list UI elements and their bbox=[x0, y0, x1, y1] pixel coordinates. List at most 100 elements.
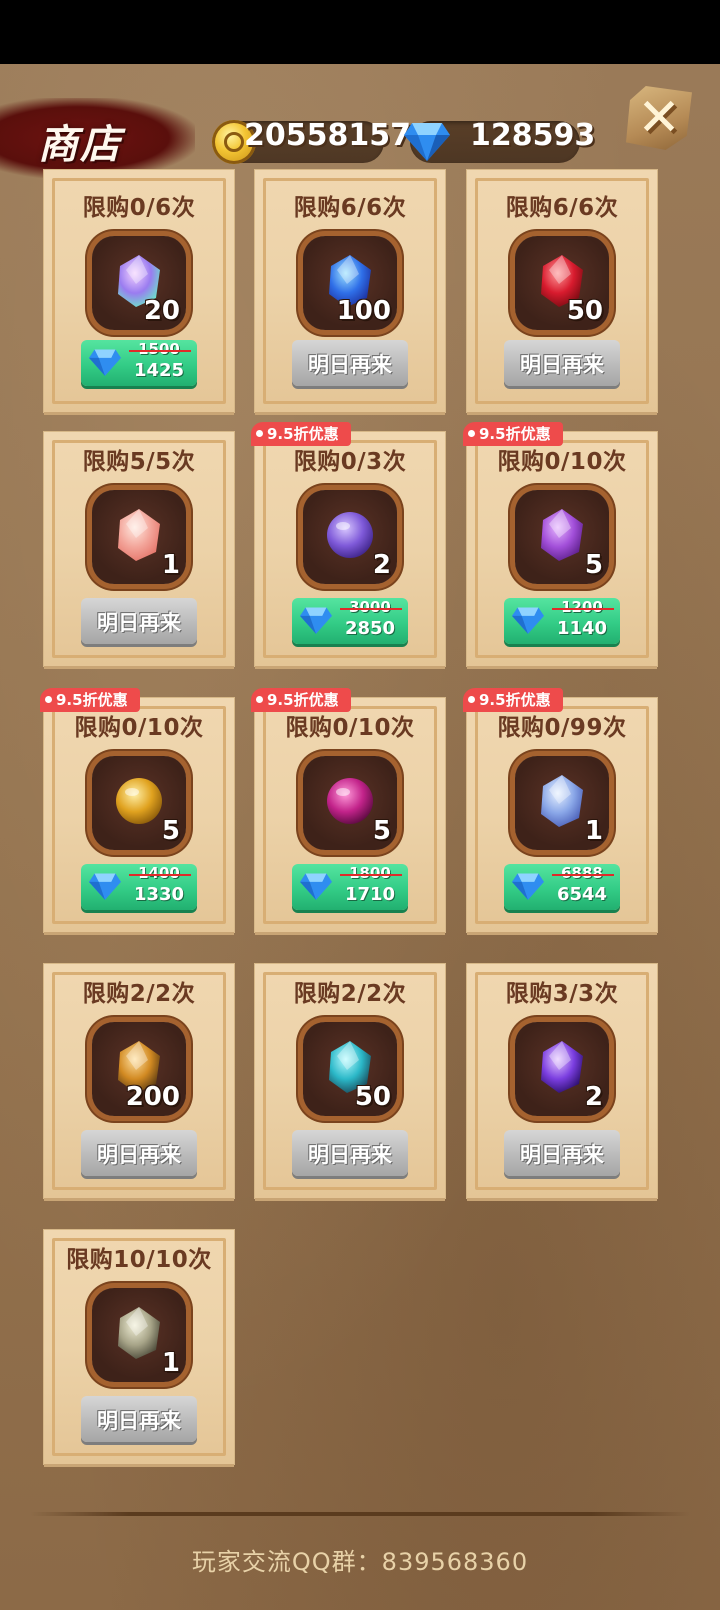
item-quantity: 200 bbox=[125, 1082, 180, 1112]
item-icon-frame[interactable]: 1 bbox=[92, 1288, 186, 1382]
item-icon-frame[interactable]: 2 bbox=[515, 1022, 609, 1116]
purchase-limit: 限购0/10次 bbox=[497, 449, 627, 475]
divider bbox=[30, 1512, 690, 1516]
original-price: 1800 bbox=[349, 864, 391, 882]
gold-amount: 20558157 bbox=[244, 118, 411, 153]
item-icon-frame[interactable]: 20 bbox=[92, 236, 186, 330]
diamond-icon bbox=[89, 873, 121, 900]
item-icon-frame[interactable]: 5 bbox=[303, 756, 397, 850]
purchase-limit: 限购10/10次 bbox=[66, 1247, 212, 1273]
original-price: 3000 bbox=[349, 598, 391, 616]
button-label: 明日再来 bbox=[308, 1143, 392, 1167]
discount-price: 1140 bbox=[556, 618, 608, 639]
diamond-icon bbox=[512, 607, 544, 634]
button-label: 明日再来 bbox=[97, 611, 181, 635]
item-quantity: 1 bbox=[584, 816, 603, 846]
close-icon: ✕ bbox=[637, 88, 681, 148]
purchase-limit: 限购2/2次 bbox=[82, 981, 196, 1007]
item-icon-frame[interactable]: 1 bbox=[515, 756, 609, 850]
shop-item-card[interactable]: 限购0/6次 20 1500 1425 bbox=[44, 170, 234, 412]
shop-item-card[interactable]: 限购2/2次 50 明日再来 bbox=[255, 964, 445, 1198]
diamond-icon bbox=[89, 349, 121, 376]
strikethrough bbox=[340, 874, 402, 876]
come-back-tomorrow-button[interactable]: 明日再来 bbox=[81, 598, 197, 644]
item-quantity: 100 bbox=[336, 296, 391, 326]
button-label: 明日再来 bbox=[520, 353, 604, 377]
item-icon-frame[interactable]: 5 bbox=[92, 756, 186, 850]
item-icon-frame[interactable]: 100 bbox=[303, 236, 397, 330]
vortex-icon bbox=[541, 1041, 583, 1093]
shop-item-card[interactable]: 限购6/6次 100 明日再来 bbox=[255, 170, 445, 412]
scroll-ticket-icon bbox=[118, 509, 160, 561]
item-quantity: 2 bbox=[372, 550, 391, 580]
buy-button[interactable]: 1200 1140 bbox=[504, 598, 620, 644]
gold-orb-icon bbox=[116, 778, 162, 824]
item-icon-frame[interactable]: 1 bbox=[92, 490, 186, 584]
diamond-icon bbox=[300, 607, 332, 634]
original-price: 1500 bbox=[138, 340, 180, 358]
item-icon-frame[interactable]: 5 bbox=[515, 490, 609, 584]
come-back-tomorrow-button[interactable]: 明日再来 bbox=[81, 1130, 197, 1176]
item-icon-frame[interactable]: 2 bbox=[303, 490, 397, 584]
purchase-limit: 限购2/2次 bbox=[293, 981, 407, 1007]
item-icon-frame[interactable]: 50 bbox=[515, 236, 609, 330]
item-quantity: 20 bbox=[143, 296, 180, 326]
shop-item-card[interactable]: 限购10/10次 1 明日再来 bbox=[44, 1230, 234, 1464]
discount-price: 1710 bbox=[344, 884, 396, 905]
buy-button[interactable]: 1400 1330 bbox=[81, 864, 197, 910]
purchase-limit: 限购5/5次 bbox=[82, 449, 196, 475]
shop-item-card[interactable]: 9.5折优惠 限购0/10次 5 1400 1330 bbox=[40, 688, 234, 932]
shop-item-card[interactable]: 限购5/5次 1 明日再来 bbox=[44, 432, 234, 666]
buy-button[interactable]: 1800 1710 bbox=[292, 864, 408, 910]
diamond-icon bbox=[404, 123, 450, 161]
come-back-tomorrow-button[interactable]: 明日再来 bbox=[81, 1396, 197, 1442]
come-back-tomorrow-button[interactable]: 明日再来 bbox=[292, 340, 408, 386]
shop-item-card[interactable]: 限购2/2次 200 明日再来 bbox=[44, 964, 234, 1198]
item-quantity: 5 bbox=[161, 816, 180, 846]
come-back-tomorrow-button[interactable]: 明日再来 bbox=[504, 340, 620, 386]
page-title: 商店 bbox=[38, 122, 122, 168]
buy-button[interactable]: 3000 2850 bbox=[292, 598, 408, 644]
purchase-limit: 限购0/10次 bbox=[285, 715, 415, 741]
close-button[interactable]: ✕ bbox=[620, 78, 698, 156]
buy-button[interactable]: 6888 6544 bbox=[504, 864, 620, 910]
strikethrough bbox=[552, 608, 614, 610]
status-bar bbox=[0, 0, 720, 64]
diamond-icon bbox=[512, 873, 544, 900]
buy-button[interactable]: 1500 1425 bbox=[81, 340, 197, 386]
diamond-icon bbox=[300, 873, 332, 900]
diamond-amount: 128593 bbox=[470, 118, 596, 153]
button-label: 明日再来 bbox=[97, 1409, 181, 1433]
rune-stone-icon bbox=[118, 1307, 160, 1359]
shop-item-card[interactable]: 限购3/3次 2 明日再来 bbox=[467, 964, 657, 1198]
shop-item-card[interactable]: 9.5折优惠 限购0/10次 5 1200 1140 bbox=[463, 422, 657, 666]
magenta-orb-icon bbox=[327, 778, 373, 824]
item-quantity: 2 bbox=[584, 1082, 603, 1112]
button-label: 明日再来 bbox=[97, 1143, 181, 1167]
shop-item-card[interactable]: 9.5折优惠 限购0/10次 5 1800 1710 bbox=[251, 688, 445, 932]
discount-price: 6544 bbox=[556, 884, 608, 905]
purchase-limit: 限购6/6次 bbox=[505, 195, 619, 221]
original-price: 6888 bbox=[561, 864, 603, 882]
shop-item-card[interactable]: 9.5折优惠 限购0/99次 1 6888 6544 bbox=[463, 688, 657, 932]
item-quantity: 50 bbox=[566, 296, 603, 326]
button-label: 明日再来 bbox=[520, 1143, 604, 1167]
come-back-tomorrow-button[interactable]: 明日再来 bbox=[504, 1130, 620, 1176]
purple-orb-icon bbox=[327, 512, 373, 558]
shop-item-card[interactable]: 限购6/6次 50 明日再来 bbox=[467, 170, 657, 412]
ice-cube-icon bbox=[541, 775, 583, 827]
item-icon-frame[interactable]: 200 bbox=[92, 1022, 186, 1116]
item-quantity: 1 bbox=[161, 550, 180, 580]
purple-shard-icon bbox=[541, 509, 583, 561]
strikethrough bbox=[340, 608, 402, 610]
come-back-tomorrow-button[interactable]: 明日再来 bbox=[292, 1130, 408, 1176]
strikethrough bbox=[552, 874, 614, 876]
item-icon-frame[interactable]: 50 bbox=[303, 1022, 397, 1116]
item-quantity: 5 bbox=[372, 816, 391, 846]
item-quantity: 1 bbox=[161, 1348, 180, 1378]
shop-item-card[interactable]: 9.5折优惠 限购0/3次 2 3000 2850 bbox=[251, 422, 445, 666]
purchase-limit: 限购6/6次 bbox=[293, 195, 407, 221]
discount-price: 1425 bbox=[133, 360, 185, 381]
strikethrough bbox=[129, 874, 191, 876]
footer-qq-group: 玩家交流QQ群：839568360 bbox=[191, 1548, 529, 1576]
